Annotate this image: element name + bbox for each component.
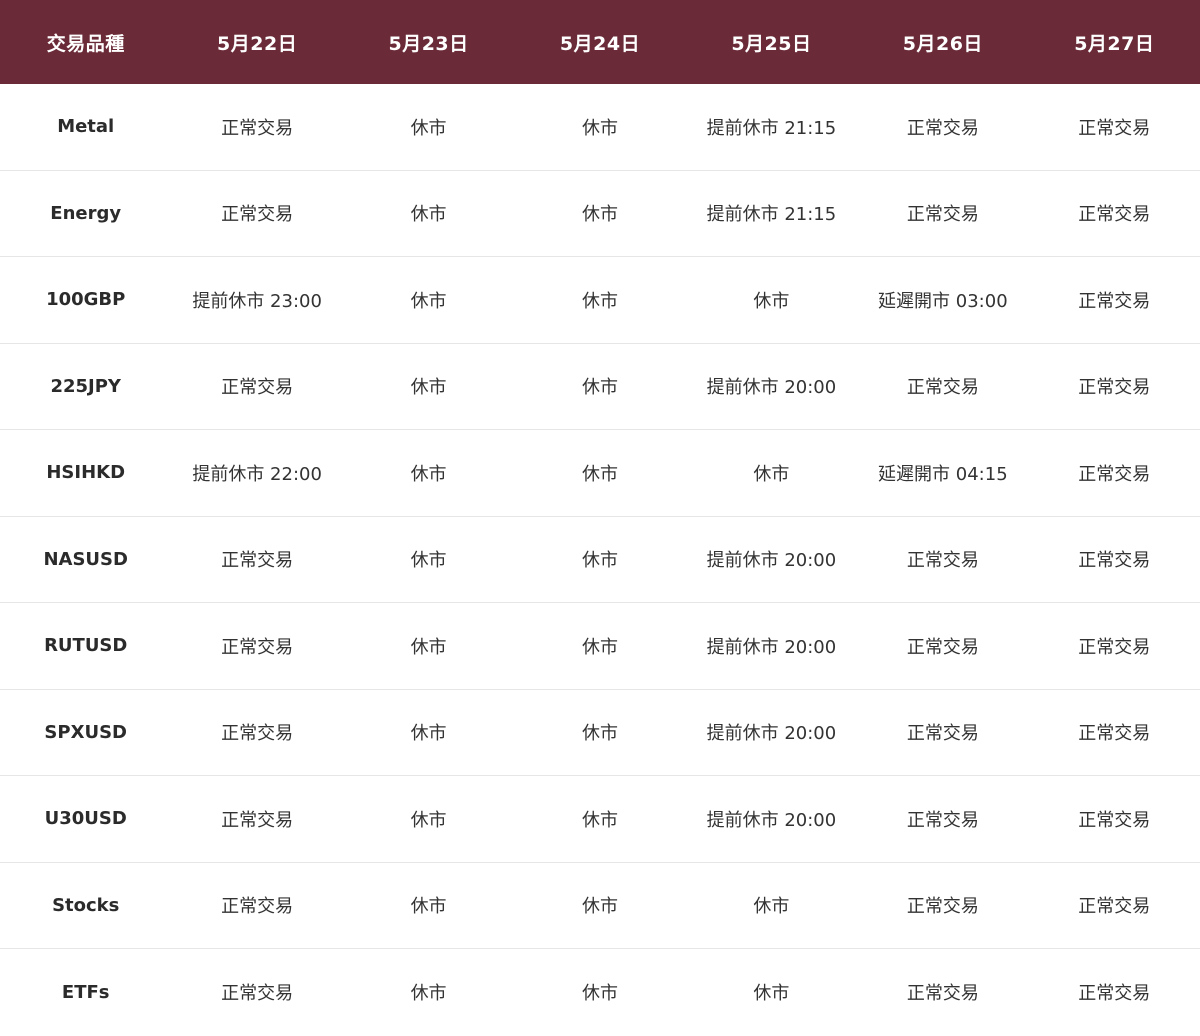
product-name-cell: Stocks [52, 894, 120, 916]
status-cell: 休市 [753, 983, 790, 1005]
table-row: Energy 正常交易 休市 休市 提前休市 21:15 正常交易 正常交易 [0, 171, 1200, 257]
header-date: 5月24日 [559, 32, 641, 55]
status-cell: 休市 [753, 290, 790, 312]
table-header-row: 交易品種 5月22日 5月23日 5月24日 5月25日 5月26日 5月27日 [0, 0, 1200, 84]
header-date: 5月27日 [1074, 32, 1155, 55]
status-cell: 正常交易 [1078, 723, 1151, 745]
table-row: RUTUSD 正常交易 休市 休市 提前休市 20:00 正常交易 正常交易 [0, 603, 1200, 690]
status-cell: 休市 [410, 290, 447, 312]
status-cell: 休市 [581, 377, 618, 399]
status-cell: 正常交易 [221, 117, 294, 139]
table-row: Stocks 正常交易 休市 休市 休市 正常交易 正常交易 [0, 863, 1200, 949]
trading-schedule-table: 交易品種 5月22日 5月23日 5月24日 5月25日 5月26日 5月27日… [0, 0, 1200, 1036]
table-body: Metal 正常交易 休市 休市 提前休市 21:15 正常交易 正常交易 Energy 正常交… [0, 84, 1200, 1036]
product-name-cell: SPXUSD [44, 721, 127, 743]
status-cell: 正常交易 [1078, 290, 1151, 312]
status-cell: 休市 [581, 723, 618, 745]
status-cell: 休市 [581, 463, 618, 485]
header-date: 5月22日 [217, 32, 298, 55]
status-cell: 休市 [410, 723, 447, 745]
status-cell: 正常交易 [906, 204, 979, 226]
status-cell: 休市 [410, 463, 447, 485]
status-cell: 正常交易 [221, 896, 294, 918]
status-cell: 正常交易 [1078, 117, 1151, 139]
status-cell: 提前休市 20:00 [706, 550, 837, 572]
status-cell: 正常交易 [906, 636, 979, 658]
status-cell: 休市 [581, 117, 618, 139]
status-cell: 正常交易 [221, 377, 294, 399]
status-cell: 提前休市 20:00 [706, 809, 837, 831]
status-cell: 正常交易 [906, 809, 979, 831]
header-date: 5月23日 [388, 32, 469, 55]
status-cell: 休市 [581, 809, 618, 831]
status-cell: 休市 [410, 377, 447, 399]
status-cell: 提前休市 21:15 [706, 117, 837, 139]
status-cell: 正常交易 [906, 377, 979, 399]
status-cell: 休市 [581, 204, 618, 226]
table-row: Metal 正常交易 休市 休市 提前休市 21:15 正常交易 正常交易 [0, 84, 1200, 171]
table-row: U30USD 正常交易 休市 休市 提前休市 20:00 正常交易 正常交易 [0, 776, 1200, 863]
table-row: 100GBP 提前休市 23:00 休市 休市 休市 延遲開市 03:00 正常交易 [0, 257, 1200, 344]
status-cell: 休市 [581, 983, 618, 1005]
status-cell: 正常交易 [1078, 463, 1151, 485]
status-cell: 休市 [581, 550, 618, 572]
status-cell: 正常交易 [221, 204, 294, 226]
status-cell: 休市 [410, 983, 447, 1005]
status-cell: 休市 [410, 204, 447, 226]
status-cell: 休市 [410, 117, 447, 139]
status-cell: 休市 [410, 636, 447, 658]
header-date: 5月26日 [902, 32, 983, 55]
status-cell: 正常交易 [221, 983, 294, 1005]
status-cell: 休市 [581, 636, 618, 658]
status-cell: 正常交易 [906, 723, 979, 745]
product-name-cell: 100GBP [46, 289, 126, 311]
status-cell: 正常交易 [221, 723, 294, 745]
status-cell: 休市 [410, 550, 447, 572]
status-cell: 正常交易 [906, 983, 979, 1005]
status-cell: 正常交易 [221, 636, 294, 658]
table-row: HSIHKD 提前休市 22:00 休市 休市 休市 延遲開市 04:15 正常交易 [0, 430, 1200, 517]
status-cell: 正常交易 [221, 809, 294, 831]
status-cell: 提前休市 21:15 [706, 204, 837, 226]
header-date: 5月25日 [731, 32, 812, 55]
status-cell: 提前休市 20:00 [706, 636, 837, 658]
table-row: 225JPY 正常交易 休市 休市 提前休市 20:00 正常交易 正常交易 [0, 344, 1200, 430]
status-cell: 休市 [410, 809, 447, 831]
status-cell: 正常交易 [1078, 983, 1151, 1005]
status-cell: 休市 [753, 463, 790, 485]
status-cell: 正常交易 [906, 117, 979, 139]
status-cell: 正常交易 [1078, 896, 1151, 918]
product-name-cell: ETFs [61, 981, 110, 1003]
status-cell: 正常交易 [906, 896, 979, 918]
product-name-cell: NASUSD [43, 548, 128, 570]
status-cell: 正常交易 [1078, 636, 1151, 658]
status-cell: 延遲開市 04:15 [878, 463, 1008, 485]
status-cell: 休市 [753, 896, 790, 918]
table-row: ETFs 正常交易 休市 休市 休市 正常交易 正常交易 [0, 949, 1200, 1036]
status-cell: 正常交易 [1078, 550, 1151, 572]
product-name-cell: 225JPY [50, 375, 121, 397]
header-product: 交易品種 [46, 32, 125, 55]
table-row: NASUSD 正常交易 休市 休市 提前休市 20:00 正常交易 正常交易 [0, 517, 1200, 603]
status-cell: 休市 [581, 896, 618, 918]
product-name-cell: Metal [57, 116, 115, 138]
status-cell: 正常交易 [1078, 377, 1151, 399]
status-cell: 提前休市 23:00 [192, 290, 322, 312]
status-cell: 延遲開市 03:00 [878, 290, 1008, 312]
table-row: SPXUSD 正常交易 休市 休市 提前休市 20:00 正常交易 正常交易 [0, 690, 1200, 776]
status-cell: 提前休市 20:00 [706, 723, 837, 745]
status-cell: 正常交易 [221, 550, 294, 572]
product-name-cell: U30USD [44, 808, 127, 830]
status-cell: 正常交易 [1078, 204, 1151, 226]
status-cell: 休市 [581, 290, 618, 312]
status-cell: 休市 [410, 896, 447, 918]
status-cell: 正常交易 [1078, 809, 1151, 831]
status-cell: 提前休市 22:00 [192, 463, 322, 485]
status-cell: 正常交易 [906, 550, 979, 572]
product-name-cell: Energy [50, 202, 122, 224]
product-name-cell: HSIHKD [46, 462, 126, 484]
status-cell: 提前休市 20:00 [706, 377, 837, 399]
product-name-cell: RUTUSD [44, 635, 128, 657]
